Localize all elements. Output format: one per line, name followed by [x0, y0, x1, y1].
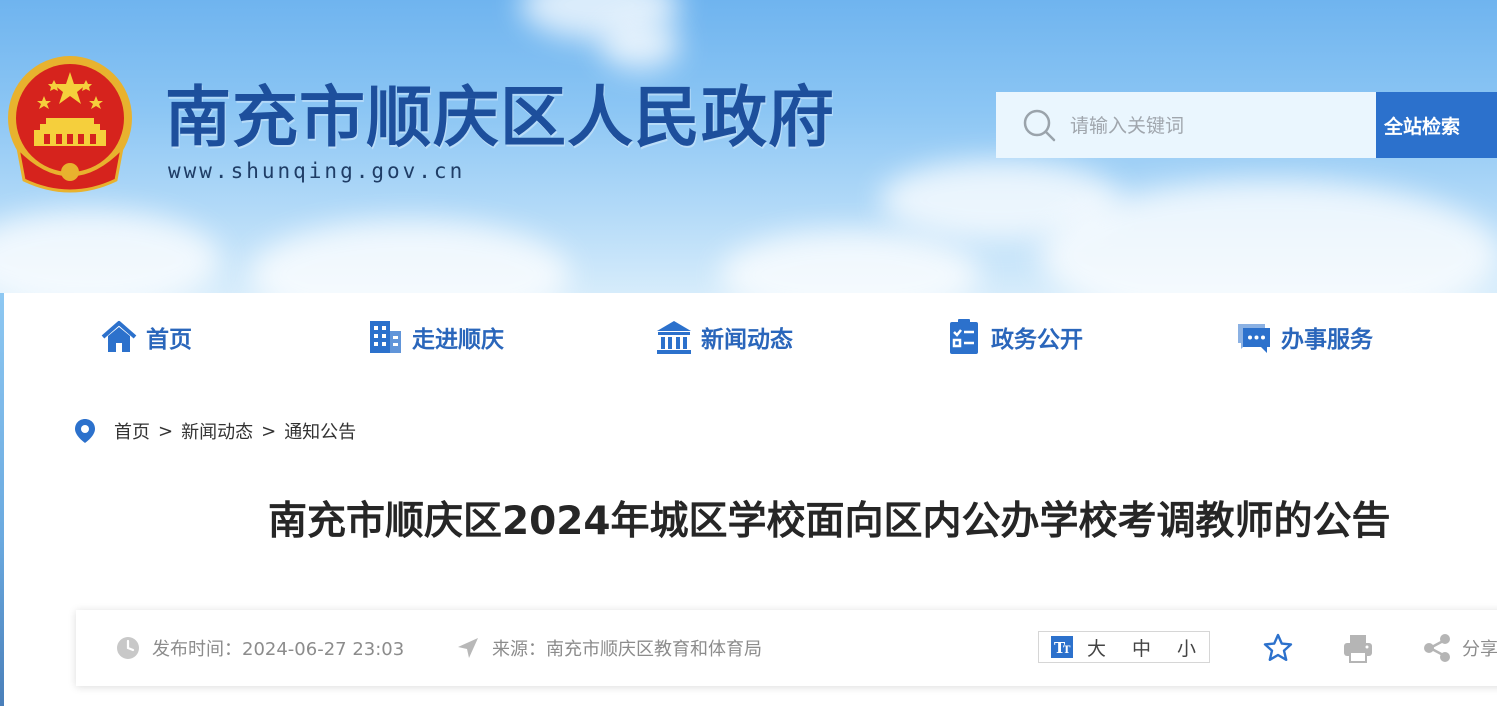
navigation-arrow-icon [458, 638, 478, 658]
svg-text:T: T [1063, 645, 1071, 656]
nav-item-label: 新闻动态 [701, 327, 793, 353]
nav-item-about[interactable]: 走进顺庆 [366, 315, 504, 359]
cloud-decoration [0, 210, 220, 293]
chat-service-icon [1238, 324, 1270, 353]
site-url: www.shunqing.gov.cn [168, 159, 466, 183]
publish-time-text: 发布时间：2024-06-27 23:03 [152, 639, 405, 660]
publish-time: 发布时间：2024-06-27 23:03 [116, 610, 404, 686]
nav-item-services[interactable]: 办事服务 [1235, 315, 1373, 359]
government-building-icon [657, 321, 691, 354]
cloud-decoration [720, 230, 980, 293]
search-box [996, 92, 1376, 158]
breadcrumb-news[interactable]: 新闻动态 [181, 418, 253, 444]
share-button[interactable]: 分享 [1422, 632, 1497, 664]
favorite-star-icon[interactable] [1262, 632, 1294, 664]
nav-item-label: 走进顺庆 [412, 327, 504, 353]
cloud-decoration [600, 20, 680, 70]
font-size-switcher: T T 大 中 小 [1038, 631, 1210, 663]
print-icon[interactable] [1342, 632, 1374, 664]
main-nav: 首页 走进顺庆 新闻动态 政务公开 办事服务 [4, 293, 1497, 381]
search-icon [1023, 109, 1056, 142]
font-size-medium[interactable]: 中 [1132, 634, 1151, 661]
share-icon [1424, 634, 1450, 662]
nav-item-label: 办事服务 [1281, 327, 1373, 353]
nav-item-label: 政务公开 [991, 327, 1083, 353]
article-source: 来源：南充市顺庆区教育和体育局 [456, 610, 762, 686]
font-size-large[interactable]: 大 [1087, 634, 1106, 661]
site-title: 南充市顺庆区人民政府 [165, 79, 835, 156]
nav-item-label: 首页 [146, 327, 192, 353]
source-text: 来源：南充市顺庆区教育和体育局 [492, 639, 762, 660]
nav-item-news[interactable]: 新闻动态 [655, 315, 793, 359]
clipboard-checklist-icon [950, 319, 978, 354]
article-meta-bar: 发布时间：2024-06-27 23:03 来源：南充市顺庆区教育和体育局 T … [76, 610, 1497, 686]
article-title: 南充市顺庆区2024年城区学校面向区内公办学校考调教师的公告 [268, 499, 1391, 544]
clock-icon [117, 637, 139, 659]
breadcrumb-notices[interactable]: 通知公告 [284, 418, 356, 444]
breadcrumb-home[interactable]: 首页 [114, 418, 150, 444]
breadcrumb-separator: > [261, 420, 277, 442]
home-icon [101, 321, 137, 352]
location-pin-icon [75, 419, 95, 443]
font-size-icon: T T [1051, 636, 1073, 658]
share-label: 分享 [1462, 639, 1497, 660]
breadcrumb: 首页 > 新闻动态 > 通知公告 [74, 417, 356, 445]
building-icon [370, 321, 401, 353]
font-size-small[interactable]: 小 [1177, 634, 1196, 661]
cloud-decoration [250, 220, 570, 293]
nav-item-gov-affairs[interactable]: 政务公开 [945, 315, 1083, 359]
search-button[interactable]: 全站检索 [1376, 92, 1497, 158]
national-emblem-icon [8, 56, 132, 193]
breadcrumb-separator: > [158, 420, 174, 442]
search-input[interactable] [1068, 106, 1362, 146]
nav-item-home[interactable]: 首页 [100, 315, 192, 359]
